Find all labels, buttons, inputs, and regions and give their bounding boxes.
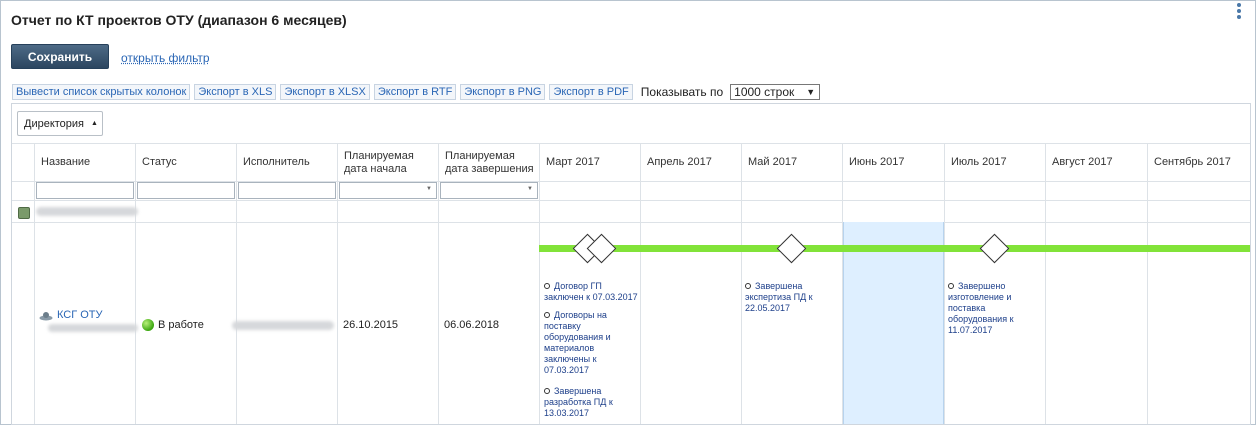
export-toolbar: Вывести список скрытых колонок Экспорт в… <box>12 84 821 100</box>
sort-up-icon: ▲ <box>91 120 98 127</box>
rows-per-page-select[interactable]: 1000 строк ▼ <box>730 84 821 100</box>
chevron-down-icon: ▼ <box>806 87 816 97</box>
column-header-month[interactable]: Май 2017 <box>742 144 842 181</box>
milestone-text: Завершено изготовление и поставка оборуд… <box>948 281 1014 335</box>
export-xls-button[interactable]: Экспорт в XLS <box>194 84 277 100</box>
col-divider <box>944 144 945 424</box>
grouping-bar: Директория ▲ <box>12 104 1250 144</box>
status-filter-input[interactable] <box>137 182 235 199</box>
milestone-circle-icon <box>544 388 550 394</box>
column-header-month[interactable]: Сентябрь 2017 <box>1148 144 1250 181</box>
milestone-item[interactable]: Договор ГП заключен к 07.03.2017 <box>544 281 640 303</box>
status-text: В работе <box>158 319 204 331</box>
more-menu-icon[interactable] <box>1236 3 1242 19</box>
col-divider <box>438 144 439 424</box>
directory-icon[interactable] <box>18 207 30 219</box>
open-filter-link[interactable]: открыть фильтр <box>121 51 210 65</box>
milestone-circle-icon <box>544 283 550 289</box>
rows-per-page-label: Показывать по <box>640 85 724 99</box>
export-png-button[interactable]: Экспорт в PNG <box>460 84 546 100</box>
column-header-name[interactable]: Название <box>35 144 135 181</box>
column-header-plan-start[interactable]: Планируемая дата начала <box>338 144 433 181</box>
column-header-executor[interactable]: Исполнитель <box>237 144 337 181</box>
column-header-status[interactable]: Статус <box>136 144 236 181</box>
plan-end-value: 06.06.2018 <box>444 319 500 331</box>
milestone-circle-icon <box>544 312 550 318</box>
col-divider <box>842 144 843 424</box>
executor-filter-input[interactable] <box>238 182 336 199</box>
filter-divider <box>12 200 1250 201</box>
col-divider <box>34 144 35 424</box>
milestone-diamond[interactable] <box>776 233 807 264</box>
status-ok-icon <box>142 319 154 331</box>
milestone-text: Завершена экспертиза ПД к 22.05.2017 <box>745 281 813 313</box>
milestone-text: Завершена разработка ПД к 13.03.2017 <box>544 386 613 418</box>
col-divider <box>640 144 641 424</box>
milestone-diamond[interactable] <box>979 233 1010 264</box>
col-divider <box>236 144 237 424</box>
milestone-circle-icon <box>745 283 751 289</box>
page-title: Отчет по КТ проектов ОТУ (диапазон 6 мес… <box>11 12 347 28</box>
col-divider <box>135 144 136 424</box>
rows-per-page-value: 1000 строк <box>734 85 795 99</box>
export-xlsx-button[interactable]: Экспорт в XLSX <box>280 84 370 100</box>
column-header-month[interactable]: Апрель 2017 <box>641 144 741 181</box>
milestone-circle-icon <box>948 283 954 289</box>
col-divider <box>741 144 742 424</box>
redacted-executor <box>232 321 334 330</box>
group-row-divider <box>12 222 1250 223</box>
col-divider <box>337 144 338 424</box>
milestone-item[interactable]: Завершена экспертиза ПД к 22.05.2017 <box>745 281 825 314</box>
milestone-item[interactable]: Завершено изготовление и поставка оборуд… <box>948 281 1026 336</box>
plan-end-filter-select[interactable] <box>440 182 538 199</box>
plan-start-filter-select[interactable] <box>339 182 437 199</box>
name-filter-input[interactable] <box>36 182 134 199</box>
column-header-month[interactable]: Июль 2017 <box>945 144 1045 181</box>
save-button[interactable]: Сохранить <box>11 44 109 69</box>
current-month-highlight <box>843 222 944 424</box>
column-header-month[interactable]: Август 2017 <box>1046 144 1146 181</box>
group-chip-label: Директория <box>24 117 85 130</box>
milestone-item[interactable]: Договоры на поставку оборудования и мате… <box>544 310 634 376</box>
group-chip-directory[interactable]: Директория ▲ <box>17 111 103 136</box>
show-hidden-columns-button[interactable]: Вывести список скрытых колонок <box>12 84 191 100</box>
redacted-directory-name <box>36 207 138 216</box>
redacted-project-name <box>48 324 138 332</box>
plan-start-value: 26.10.2015 <box>343 319 399 331</box>
export-rtf-button[interactable]: Экспорт в RTF <box>373 84 457 100</box>
col-divider <box>1045 144 1046 424</box>
column-header-month[interactable]: Март 2017 <box>540 144 640 181</box>
milestone-text: Договоры на поставку оборудования и мате… <box>544 310 611 375</box>
milestone-item[interactable]: Завершена разработка ПД к 13.03.2017 <box>544 386 634 419</box>
col-divider <box>539 144 540 424</box>
timeline-bar <box>539 245 1250 252</box>
col-divider <box>1147 144 1148 424</box>
column-header-month[interactable]: Июнь 2017 <box>843 144 943 181</box>
column-header-plan-end[interactable]: Планируемая дата завершения <box>439 144 537 181</box>
export-pdf-button[interactable]: Экспорт в PDF <box>549 84 633 100</box>
milestone-text: Договор ГП заключен к 07.03.2017 <box>544 281 638 302</box>
report-grid: Директория ▲ Название Статус Исполнитель… <box>11 103 1251 425</box>
project-icon <box>39 312 53 321</box>
project-link[interactable]: КСГ ОТУ <box>57 309 103 321</box>
